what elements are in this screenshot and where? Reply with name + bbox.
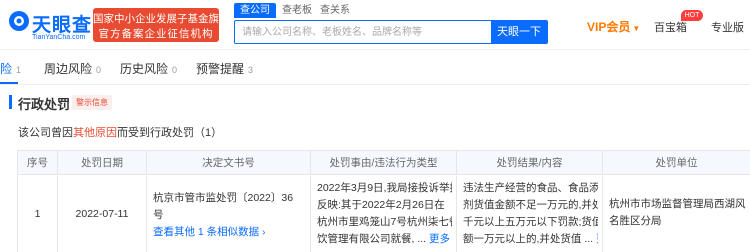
row-date: 2022-07-11 — [58, 176, 147, 252]
doc-no-line: 杭京市管市监处罚〔2022〕36 — [153, 192, 294, 204]
tab-count: 1 — [16, 65, 22, 75]
summary-suffix: 而受到行政处罚（1） — [117, 127, 223, 139]
search-input[interactable] — [236, 22, 492, 42]
section-title: 行政处罚 — [18, 97, 71, 112]
result-more-link[interactable]: 更多 — [596, 233, 598, 245]
col-date: 处罚日期 — [58, 151, 147, 175]
result-line: 额一万元以上的,并处货值 — [463, 233, 582, 245]
vip-label: VIP会员 — [587, 20, 631, 34]
toolbox-menu[interactable]: 百宝箱 — [654, 19, 687, 35]
reason-line: 饮管理有限公司就餐, — [317, 233, 415, 245]
search-tab-relation[interactable]: 查关系 — [314, 3, 356, 18]
cert-line-2: 官方备案企业征信机构 — [98, 28, 214, 40]
col-reason: 处罚事由/违法行为类型 — [311, 151, 457, 175]
penalty-summary: 该公司曾因其他原因而受到行政处罚（1） — [18, 124, 222, 140]
tab-label: 周边风险 — [44, 62, 93, 76]
summary-highlight[interactable]: 其他原因 — [73, 127, 117, 139]
tab-label: 预警提醒 — [196, 62, 245, 76]
tab-self-risk[interactable]: 险1 — [0, 60, 21, 77]
result-line: 千元以上五万元以下罚款;货值金 — [463, 216, 598, 228]
reason-line: 2022年3月9日,我局接投诉举报人 — [317, 182, 452, 194]
tab-count: 3 — [248, 65, 254, 75]
col-doc-no: 决定文书号 — [147, 151, 311, 175]
logo[interactable]: 天眼查 TianYanCha.com — [8, 8, 91, 42]
tab-label: 险 — [0, 62, 13, 76]
logo-eye-icon — [9, 11, 29, 31]
tab-label: 历史风险 — [120, 62, 169, 76]
row-index: 1 — [18, 176, 58, 252]
tab-warning-alerts[interactable]: 预警提醒 3 — [196, 60, 253, 77]
search-tab-company[interactable]: 查公司 — [234, 3, 276, 18]
risk-tabs: 险1 周边风险 0 历史风险 0 预警提醒 3 — [0, 51, 750, 85]
cert-line-1: 国家中小企业发展子基金旗下 — [93, 13, 230, 25]
vip-menu[interactable]: VIP会员 ▼ — [587, 18, 640, 35]
result-line: 剂货值金额不足一万元的,并处五 — [463, 199, 598, 211]
authority-line: 杭州市市场监督管理局西湖风景 — [609, 198, 746, 210]
reason-line: 杭州市里鸡笼山7号杭州柒七餐 — [317, 216, 452, 228]
warning-tag: 警示信息 — [72, 95, 112, 110]
chevron-right-icon: › — [262, 227, 266, 238]
reason-more-link[interactable]: 更多 — [429, 233, 450, 245]
summary-prefix: 该公司曾因 — [18, 127, 73, 139]
reason-line: 反映:其于2022年2月26日在 — [317, 199, 445, 211]
search-button[interactable]: 天眼一下 — [491, 21, 547, 43]
tab-count: 0 — [96, 65, 102, 75]
active-tab-indicator — [0, 82, 18, 84]
col-result: 处罚结果/内容 — [457, 151, 603, 175]
tab-count: 0 — [172, 65, 178, 75]
cert-badge: 国家中小企业发展子基金旗下 官方备案企业征信机构 — [93, 8, 230, 42]
section-accent-bar — [9, 95, 12, 109]
caret-down-icon: ▼ — [632, 24, 641, 33]
doc-no-line: 号 — [153, 209, 164, 221]
tab-surrounding-risk[interactable]: 周边风险 0 — [44, 60, 101, 77]
search-tab-boss[interactable]: 查老板 — [276, 3, 318, 18]
search-area: 查公司 查老板 查关系 天眼一下 — [234, 3, 548, 47]
penalty-table: 序号 处罚日期 决定文书号 处罚事由/违法行为类型 处罚结果/内容 处罚单位 1… — [17, 150, 750, 252]
logo-name: 天眼查 — [32, 15, 93, 36]
logo-domain: TianYanCha.com — [32, 34, 86, 41]
col-authority: 处罚单位 — [603, 151, 750, 175]
hot-badge: HOT — [681, 10, 703, 21]
row-result: 违法生产经营的食品、食品添加 剂货值金额不足一万元的,并处五 千元以上五万元以下… — [457, 176, 603, 252]
authority-line: 名胜区分局 — [609, 215, 662, 227]
row-authority: 杭州市市场监督管理局西湖风景 名胜区分局 — [603, 176, 750, 252]
pro-version-link[interactable]: 专业版 — [711, 19, 744, 35]
result-line: 违法生产经营的食品、食品添加 — [463, 182, 598, 194]
reason-last-line: 饮管理有限公司就餐, ... 更多 — [317, 233, 451, 245]
similar-data-link-text: 查看其他 1 条相似数据 — [153, 226, 260, 238]
result-last-line: 额一万元以上的,并处货值 ... 更多 — [463, 231, 598, 248]
tab-history-risk[interactable]: 历史风险 0 — [120, 60, 177, 77]
top-header: 天眼查 TianYanCha.com 国家中小企业发展子基金旗下 官方备案企业征… — [0, 0, 750, 50]
row-reason: 2022年3月9日,我局接投诉举报人 反映:其于2022年2月26日在 杭州市里… — [311, 176, 457, 252]
row-doc-no: 杭京市管市监处罚〔2022〕36 号 查看其他 1 条相似数据 › — [147, 176, 311, 252]
search-box: 天眼一下 — [234, 20, 548, 44]
table-header: 序号 处罚日期 决定文书号 处罚事由/违法行为类型 处罚结果/内容 处罚单位 — [18, 151, 750, 175]
col-index: 序号 — [18, 151, 58, 175]
similar-data-link[interactable]: 查看其他 1 条相似数据 › — [153, 224, 306, 241]
